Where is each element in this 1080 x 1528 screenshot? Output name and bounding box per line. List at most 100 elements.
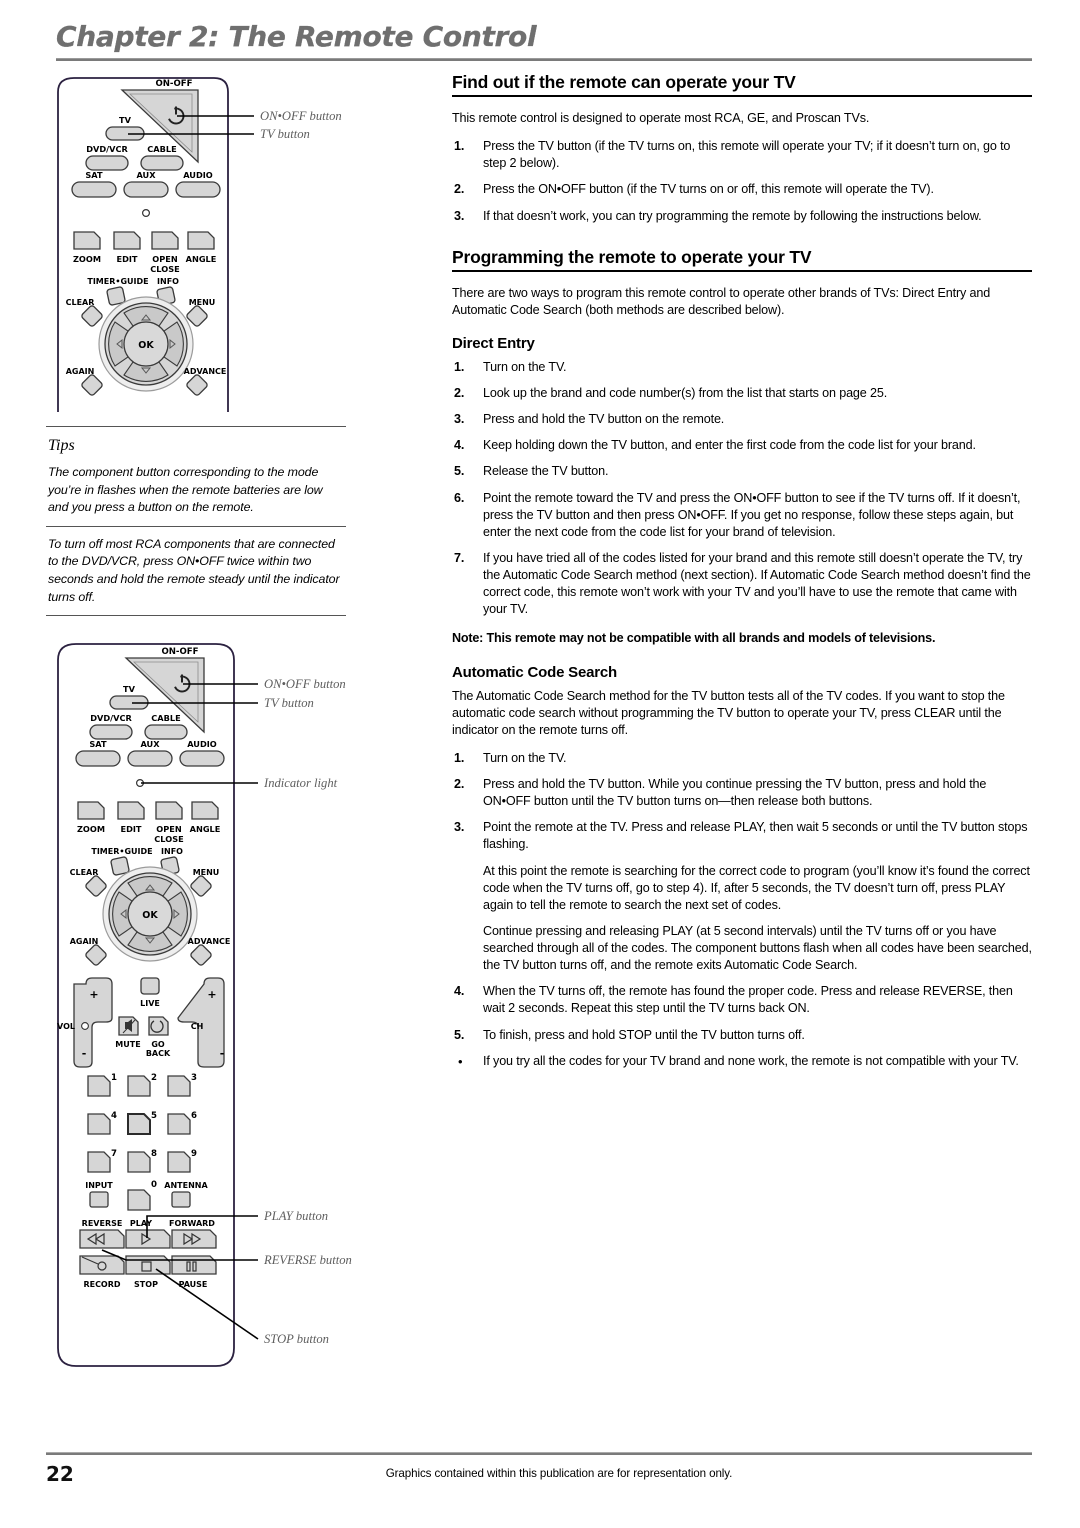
step-number: 7. [454, 550, 465, 565]
step-number: 1. [454, 750, 465, 765]
record-label-full: RECORD [83, 1280, 120, 1289]
edit-button-top[interactable] [113, 231, 141, 250]
step-number: 1. [454, 359, 465, 374]
auto-search-continuation-1: At this point the remote is searching fo… [483, 863, 1030, 912]
num-1-button[interactable] [87, 1075, 111, 1097]
chapter-header: Chapter 2: The Remote Control [56, 21, 1032, 61]
num-8-button[interactable] [127, 1151, 151, 1173]
num-0-button[interactable] [127, 1189, 151, 1211]
play-button-full[interactable] [125, 1229, 171, 1249]
section1-intro: This remote control is designed to opera… [452, 111, 870, 125]
num-2-button[interactable] [127, 1075, 151, 1097]
forward-button-full[interactable] [171, 1229, 217, 1249]
num-1-label: 1 [111, 1073, 117, 1083]
num-4-button[interactable] [87, 1113, 111, 1135]
step-text: When the TV turns off, the remote has fo… [483, 984, 1013, 1016]
num-3-label: 3 [191, 1073, 197, 1083]
num-9-button[interactable] [167, 1151, 191, 1173]
zoom-button-top[interactable] [73, 231, 101, 250]
list-item: 3. Point the remote at the TV. Press and… [452, 819, 1032, 853]
vol-plus-label: + [89, 988, 98, 1001]
dvdvcr-label-top: DVD/VCR [86, 144, 128, 154]
dvdvcr-button-top[interactable] [85, 155, 129, 171]
section2-intro: There are two ways to program this remot… [452, 285, 991, 317]
callout-onoff-top: ON•OFF button [260, 109, 342, 123]
go-label-full: GO [151, 1040, 165, 1049]
dpad-top[interactable]: OK [98, 296, 194, 392]
again-button-top[interactable] [81, 374, 104, 397]
list-item: 4. When the TV turns off, the remote has… [452, 983, 1032, 1017]
cable-button-top[interactable] [140, 155, 184, 171]
num-6-button[interactable] [167, 1113, 191, 1135]
aux-button-full[interactable] [127, 750, 173, 767]
cable-button-full[interactable] [144, 724, 188, 740]
step-bullet: • [458, 1053, 463, 1069]
step-number: 5. [454, 464, 465, 479]
angle-button-top[interactable] [187, 231, 215, 250]
list-item: 7. If you have tried all of the codes li… [452, 550, 1032, 619]
num-5-label: 5 [151, 1111, 157, 1121]
step-text: Press the TV button (if the TV turns on,… [483, 139, 1011, 171]
step-number: 4. [454, 984, 465, 999]
step-number: 2. [454, 182, 465, 197]
list-item: 2. Press and hold the TV button. While y… [452, 776, 1032, 810]
audio-label-top: AUDIO [183, 170, 213, 180]
clear-button-top[interactable] [81, 305, 104, 328]
forward-label-full: FORWARD [169, 1219, 215, 1228]
audio-button-top[interactable] [175, 181, 221, 198]
section-heading-find-out: Find out if the remote can operate your … [452, 72, 796, 92]
dvdvcr-button-full[interactable] [89, 724, 133, 740]
cable-label-full: CABLE [151, 713, 180, 723]
num-6-label: 6 [191, 1111, 197, 1121]
step-text: If that doesn’t work, you can try progra… [483, 208, 982, 223]
numpad-full[interactable]: 1 2 3 4 5 6 7 8 9 [87, 1073, 197, 1173]
sat-button-top[interactable] [71, 181, 117, 198]
audio-button-full[interactable] [179, 750, 225, 767]
record-button-full[interactable] [79, 1255, 125, 1275]
open-close-button-top[interactable] [151, 231, 179, 250]
step-number: 3. [454, 208, 465, 223]
live-button-full[interactable] [140, 977, 160, 995]
angle-button-full[interactable] [191, 801, 219, 820]
sat-button-full[interactable] [75, 750, 121, 767]
tips-divider-top [46, 426, 346, 427]
sat-label-top: SAT [85, 170, 103, 180]
aux-button-top[interactable] [123, 181, 169, 198]
step-number: 6. [454, 490, 465, 505]
auto-search-intro: The Automatic Code Search method for the… [452, 688, 1005, 737]
zoom-button-full[interactable] [77, 801, 105, 820]
num-8-label: 8 [151, 1149, 157, 1159]
timer-guide-label-top: TIMER•GUIDE [87, 277, 148, 286]
go-back-button-full[interactable] [148, 1016, 169, 1036]
section-rule-2 [452, 269, 1032, 272]
step-number: 4. [454, 438, 465, 453]
input-label-full: INPUT [85, 1181, 113, 1190]
num-3-button[interactable] [167, 1075, 191, 1097]
pause-button-full[interactable] [171, 1255, 217, 1275]
cable-label-top: CABLE [147, 144, 176, 154]
stop-button-full[interactable] [125, 1255, 171, 1275]
step-text: Turn on the TV. [483, 359, 567, 374]
step-number: 2. [454, 386, 465, 400]
input-button-full[interactable] [89, 1191, 109, 1208]
mute-button-full[interactable] [118, 1016, 139, 1036]
antenna-button-full[interactable] [171, 1191, 191, 1208]
open-label-top: OPEN [152, 254, 178, 264]
step-text: Look up the brand and code number(s) fro… [483, 386, 888, 400]
open-close-button-full[interactable] [155, 801, 183, 820]
num-7-button[interactable] [87, 1151, 111, 1173]
ok-label-top: OK [138, 340, 154, 351]
direct-entry-steps: 1. Turn on the TV. 2. Look up the brand … [452, 359, 1032, 619]
tips-title: Tips [48, 437, 75, 454]
step-text: If you have tried all of the codes liste… [483, 550, 1031, 617]
step-text: Press and hold the TV button on the remo… [483, 412, 725, 427]
callout-indicator-full: Indicator light [263, 776, 338, 790]
remote-diagram-full: ON-OFF TV DVD/VCR CABLE SAT AUX AUDIO ZO… [46, 636, 396, 1396]
advance-button-top[interactable] [186, 374, 209, 397]
dpad-full[interactable]: OK [102, 866, 198, 962]
reverse-button-full[interactable] [79, 1229, 125, 1249]
clear-label-full: CLEAR [70, 868, 99, 877]
num-5-button[interactable] [127, 1113, 151, 1136]
again-label-top: AGAIN [66, 367, 95, 376]
edit-button-full[interactable] [117, 801, 145, 820]
